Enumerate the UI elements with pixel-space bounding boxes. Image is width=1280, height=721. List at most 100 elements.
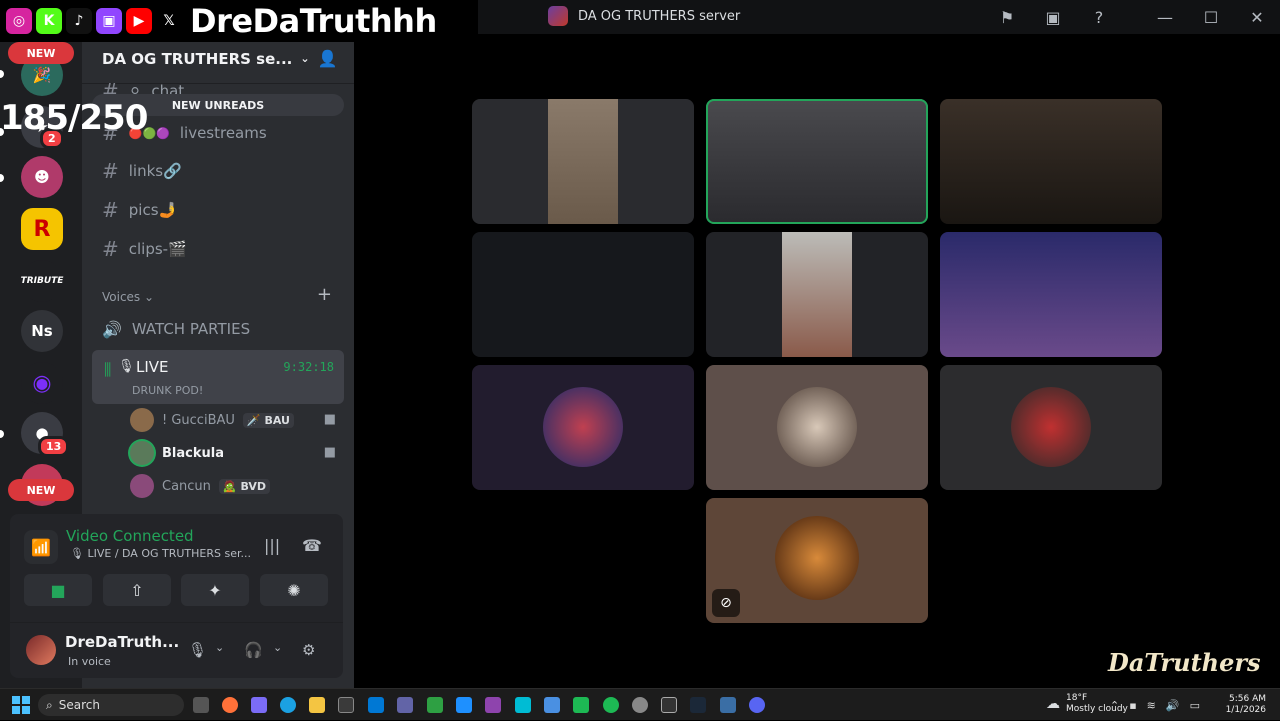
audio-tile[interactable]: [472, 365, 694, 490]
video-tile[interactable]: [706, 232, 928, 357]
invite-icon[interactable]: 👤: [318, 49, 338, 68]
window-title-text: DA OG TRUTHERS server: [578, 8, 741, 24]
windows-taskbar: ⌕ Search ☁ 18°F Mostly cloudy ⌃ ▪ ≋ 🔊 ▭ 5…: [0, 688, 1280, 720]
video-tile-speaking[interactable]: [706, 99, 928, 224]
user-status: In voice: [68, 655, 111, 668]
app-icon[interactable]: [661, 697, 677, 713]
minimize-button[interactable]: —: [1142, 0, 1188, 34]
new-pill-bottom[interactable]: NEW: [8, 479, 74, 501]
channel-label: pics🤳: [128, 201, 178, 219]
chevron-down-icon[interactable]: ⌄: [215, 641, 224, 654]
chevron-up-icon[interactable]: ⌃: [1110, 699, 1119, 712]
spotify-icon[interactable]: [603, 697, 619, 713]
server-icon: [548, 6, 568, 26]
video-tile[interactable]: [940, 232, 1162, 357]
steam-icon[interactable]: [690, 697, 706, 713]
video-tile[interactable]: [940, 99, 1162, 224]
voice-member[interactable]: Blackula: [130, 438, 338, 468]
copilot-icon[interactable]: [251, 697, 267, 713]
channel-clips[interactable]: # clips-🎬: [92, 232, 344, 266]
voice-member[interactable]: ! GucciBAU 🗡️ BAU: [130, 405, 338, 435]
file-explorer-icon[interactable]: [309, 697, 325, 713]
tray-app-icon[interactable]: ▪: [1129, 699, 1136, 712]
audio-tile[interactable]: [940, 365, 1162, 490]
settings-gear-icon[interactable]: ⚙: [302, 641, 315, 659]
app-icon[interactable]: [456, 697, 472, 713]
volume-icon[interactable]: 🔊: [1166, 699, 1180, 712]
follower-counter: 185/250: [0, 98, 148, 138]
app-icon[interactable]: [573, 697, 589, 713]
voice-status[interactable]: Video Connected: [66, 527, 194, 545]
taskbar-search[interactable]: ⌕ Search: [38, 694, 184, 716]
guild-rockstar-icon[interactable]: R: [21, 208, 63, 250]
close-button[interactable]: ✕: [1234, 0, 1280, 34]
camera-button[interactable]: ■: [24, 574, 92, 606]
chevron-down-icon[interactable]: ⌄: [273, 641, 282, 654]
windows-start-icon[interactable]: [12, 696, 30, 714]
guild-tribute-icon[interactable]: TRIBUTE: [21, 260, 63, 302]
clock-date: 1/1/2026: [1225, 705, 1266, 715]
channel-links[interactable]: # links🔗: [92, 154, 344, 188]
chevron-down-icon: ⌄: [144, 290, 155, 304]
app-icon[interactable]: [485, 697, 501, 713]
inbox-flag-icon[interactable]: ⚑: [984, 0, 1030, 34]
voice-channel-status: DRUNK POD!: [132, 384, 204, 397]
user-name[interactable]: DreDaTruth...: [65, 633, 179, 651]
battery-icon[interactable]: ▭: [1190, 699, 1200, 712]
noise-suppression-icon[interactable]: |||: [264, 536, 280, 555]
add-channel-icon[interactable]: +: [317, 284, 332, 305]
chevron-down-icon: ⌄: [300, 52, 310, 65]
channel-watch-parties[interactable]: 🔊 WATCH PARTIES: [92, 312, 344, 346]
hash-icon: #: [102, 159, 119, 183]
guild-ns-icon[interactable]: Ns: [21, 310, 63, 352]
new-pill-top[interactable]: NEW: [8, 42, 74, 64]
member-tag: 🧟 BVD: [218, 478, 271, 494]
app-icon[interactable]: [632, 697, 648, 713]
maximize-button[interactable]: ☐: [1188, 0, 1234, 34]
mic-icon[interactable]: 🎙: [188, 641, 207, 659]
outlook-icon[interactable]: [368, 697, 384, 713]
video-tile[interactable]: [472, 99, 694, 224]
connection-signal-icon[interactable]: 📶: [24, 530, 58, 564]
help-icon[interactable]: ?: [1076, 0, 1122, 34]
guild-avatar-icon[interactable]: ☻: [21, 156, 63, 198]
clock-time: 5:56 AM: [1229, 694, 1266, 704]
voice-member[interactable]: Cancun 🧟 BVD: [130, 471, 338, 501]
firefox-icon[interactable]: [222, 697, 238, 713]
inbox-icon[interactable]: ▣: [1030, 0, 1076, 34]
app-icon[interactable]: [427, 697, 443, 713]
activities-button[interactable]: ✦: [181, 574, 249, 606]
soundboard-button[interactable]: ✺: [260, 574, 328, 606]
weather-cloud-icon: ☁: [1046, 696, 1060, 712]
category-voices[interactable]: Voices ⌄: [102, 290, 154, 304]
channel-label: clips-🎬: [128, 240, 187, 258]
x-icon: 𝕏: [156, 8, 182, 34]
voice-activity-icon: ⫼: [104, 360, 112, 379]
app-icon[interactable]: [720, 697, 736, 713]
task-view-icon[interactable]: [193, 697, 209, 713]
voice-location[interactable]: 🎙 LIVE / DA OG TRUTHERS ser...: [70, 547, 251, 560]
member-tag: 🗡️ BAU: [242, 412, 294, 428]
store-icon[interactable]: [338, 697, 354, 713]
camera-off-icon[interactable]: ⊘: [712, 589, 740, 617]
avatar[interactable]: [26, 635, 56, 665]
headphones-icon[interactable]: 🎧: [244, 641, 263, 659]
app-icon[interactable]: [515, 697, 531, 713]
wifi-icon[interactable]: ≋: [1147, 699, 1156, 712]
screen-share-button[interactable]: ⇧: [103, 574, 171, 606]
guild-ghost-icon[interactable]: ◉: [21, 362, 63, 404]
video-tile[interactable]: [472, 232, 694, 357]
system-clock[interactable]: 5:56 AM 1/1/2026: [1226, 694, 1266, 716]
channel-pics[interactable]: # pics🤳: [92, 193, 344, 227]
teams-icon[interactable]: [397, 697, 413, 713]
category-label: Voices: [102, 290, 141, 304]
edge-icon[interactable]: [280, 697, 296, 713]
camera-icon: ■: [323, 412, 336, 427]
audio-tile[interactable]: [706, 365, 928, 490]
disconnect-icon[interactable]: ☎: [302, 536, 322, 555]
discord-icon[interactable]: [749, 697, 765, 713]
photos-icon[interactable]: [544, 697, 560, 713]
audio-tile[interactable]: ⊘: [706, 498, 928, 623]
twitch-icon: ▣: [96, 8, 122, 34]
voice-channel-live[interactable]: ⫼ 🎙 LIVE 9:32:18 DRUNK POD!: [92, 350, 344, 404]
